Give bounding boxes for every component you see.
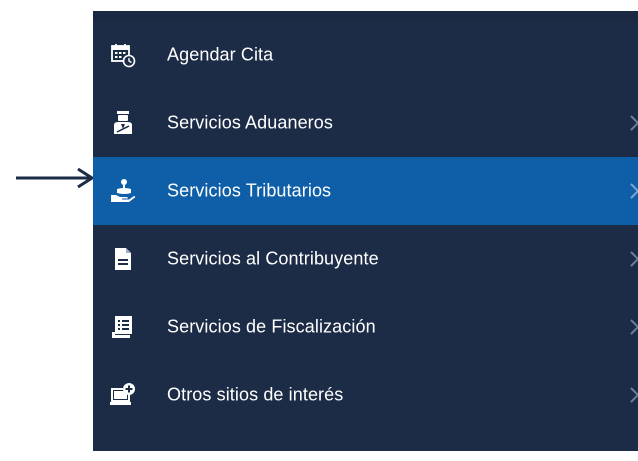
menu-item-label: Otros sitios de interés [167, 384, 344, 405]
customs-officer-icon [110, 110, 136, 136]
sidebar-menu: Agendar Cita Servicios Aduaneros Servici… [93, 11, 638, 451]
menu-item-servicios-de-fiscalizacion[interactable]: Servicios de Fiscalización [93, 293, 638, 361]
monitor-add-icon [110, 382, 136, 408]
chevron-right-icon [630, 251, 638, 267]
menu-item-servicios-tributarios[interactable]: Servicios Tributarios [93, 157, 638, 225]
menu-item-servicios-aduaneros[interactable]: Servicios Aduaneros [93, 89, 638, 157]
hand-coin-icon [110, 178, 136, 204]
menu-item-label: Servicios Tributarios [167, 180, 332, 201]
pointer-arrow-icon [16, 167, 95, 189]
calendar-clock-icon [110, 42, 136, 68]
checklist-icon [110, 314, 136, 340]
menu-top-strip [93, 11, 638, 21]
chevron-right-icon [630, 183, 638, 199]
menu-item-otros-sitios-de-interes[interactable]: Otros sitios de interés [93, 361, 638, 429]
menu-item-label: Servicios de Fiscalización [167, 316, 376, 337]
chevron-right-icon [630, 387, 638, 403]
chevron-right-icon [630, 319, 638, 335]
document-icon [110, 246, 136, 272]
page: Agendar Cita Servicios Aduaneros Servici… [0, 0, 638, 461]
menu-item-label: Agendar Cita [167, 44, 274, 65]
menu-item-agendar-cita[interactable]: Agendar Cita [93, 21, 638, 89]
menu-item-label: Servicios Aduaneros [167, 112, 333, 133]
menu-item-servicios-al-contribuyente[interactable]: Servicios al Contribuyente [93, 225, 638, 293]
menu-item-label: Servicios al Contribuyente [167, 248, 379, 269]
chevron-right-icon [630, 115, 638, 131]
